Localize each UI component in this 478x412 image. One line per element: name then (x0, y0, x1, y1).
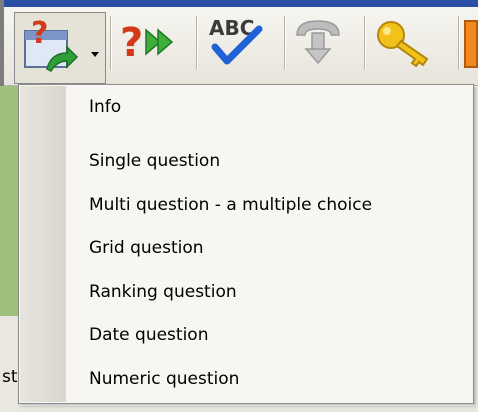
insert-question-icon: ? (21, 16, 81, 77)
svg-text:?: ? (120, 20, 143, 66)
toolbar-separator (196, 16, 197, 70)
download-button[interactable] (286, 12, 350, 74)
next-question-icon: ? (116, 16, 176, 70)
background-bottom (0, 406, 478, 412)
toolbar-separator (364, 16, 365, 70)
spell-check-button[interactable]: ABC (204, 12, 268, 74)
menu-item-info[interactable]: Info (19, 97, 473, 121)
download-disabled-icon (289, 13, 347, 73)
toolbar-separator (284, 16, 285, 70)
toolbar-separator (110, 16, 111, 70)
partial-toolbar-icon[interactable] (464, 20, 478, 68)
chevron-down-icon[interactable] (91, 52, 99, 57)
background-panel-lower (0, 316, 20, 412)
menu-item-date-question[interactable]: Date question (19, 314, 473, 358)
key-button[interactable] (372, 12, 436, 74)
menu-item-single-question[interactable]: Single question (19, 140, 473, 184)
insert-question-menu: Info Single question Multi question - a … (18, 84, 474, 404)
menu-item-grid-question[interactable]: Grid question (19, 227, 473, 271)
background-text-fragment: st (2, 367, 18, 387)
menu-item-numeric-question[interactable]: Numeric question (19, 358, 473, 402)
toolbar-separator (458, 16, 459, 70)
next-question-button[interactable]: ? (114, 12, 178, 74)
spell-check-icon: ABC (205, 13, 267, 73)
menu-item-list: Info Single question Multi question - a … (19, 97, 473, 401)
menu-item-ranking-question[interactable]: Ranking question (19, 271, 473, 315)
key-icon (373, 13, 435, 73)
svg-text:?: ? (31, 17, 48, 51)
menu-item-multi-question[interactable]: Multi question - a multiple choice (19, 184, 473, 228)
background-panel (0, 86, 20, 316)
background-right (474, 86, 478, 412)
insert-question-button[interactable]: ? (14, 12, 106, 84)
window-title-bar (0, 0, 478, 7)
